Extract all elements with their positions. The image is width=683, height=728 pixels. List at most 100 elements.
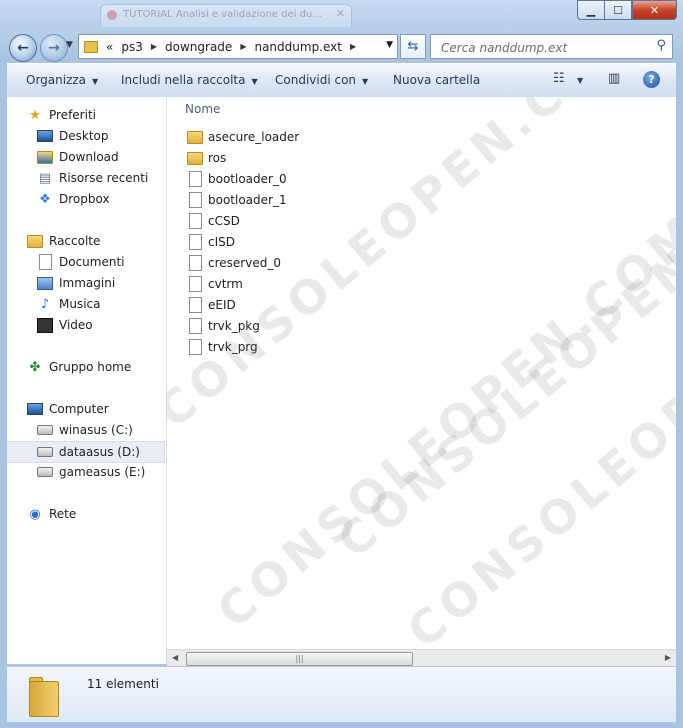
nav-libraries[interactable]: Raccolte — [27, 231, 185, 251]
breadcrumb-downgrade[interactable]: downgrade ▶ — [165, 40, 246, 54]
chevron-down-icon: ▼ — [362, 77, 369, 86]
folder-item[interactable]: asecure_loader — [187, 127, 299, 147]
chevron-right-icon[interactable]: ▶ — [350, 42, 356, 51]
item-name: trvk_pkg — [208, 319, 260, 333]
nav-drive-d[interactable]: dataasus (D:) — [7, 441, 165, 463]
item-name: ros — [208, 151, 227, 165]
homegroup-icon: ✤ — [29, 359, 41, 375]
item-name: bootloader_0 — [208, 172, 287, 186]
recent-pages-dropdown[interactable]: ▼ — [66, 40, 73, 50]
chevron-down-icon: ▼ — [92, 77, 99, 86]
file-list: Nome asecure_loaderros bootloader_0bootlo… — [167, 97, 676, 649]
nav-network[interactable]: ◉ Rete — [27, 504, 185, 524]
chevron-down-icon: ▼ — [251, 77, 258, 86]
nav-homegroup[interactable]: ✤ Gruppo home — [27, 357, 185, 377]
address-bar[interactable]: « ps3 ▶ downgrade ▶ nanddump.ext ▶ ▼ — [78, 34, 398, 59]
minimize-button[interactable]: ▁ — [577, 0, 604, 20]
drive-icon — [37, 464, 53, 480]
folder-item[interactable]: ros — [187, 148, 226, 168]
maximize-button[interactable]: ☐ — [604, 0, 632, 20]
folder-icon — [84, 40, 98, 53]
recent-places-icon: ▤ — [38, 170, 52, 186]
favicon-icon — [107, 10, 117, 20]
libraries-icon — [27, 233, 43, 249]
forward-button[interactable]: → — [40, 34, 68, 62]
folder-icon — [29, 677, 59, 717]
watermark: CONSOLEOPEN.COM — [327, 132, 676, 569]
item-name: cCSD — [208, 214, 240, 228]
file-icon — [187, 318, 203, 334]
help-icon[interactable]: ? — [643, 71, 660, 88]
tab-close-icon[interactable]: ✕ — [336, 7, 345, 20]
chevron-right-icon[interactable]: ▶ — [240, 42, 246, 51]
file-item[interactable]: cCSD — [187, 211, 240, 231]
scroll-right-icon[interactable]: ▶ — [665, 653, 671, 662]
file-item[interactable]: bootloader_1 — [187, 190, 287, 210]
item-name: creserved_0 — [208, 256, 281, 270]
breadcrumb-overflow[interactable]: « — [106, 40, 113, 54]
search-input[interactable] — [439, 37, 653, 58]
breadcrumb-ps3[interactable]: ps3 ▶ — [121, 40, 157, 54]
documents-icon — [37, 254, 53, 270]
pictures-icon — [37, 275, 53, 291]
address-dropdown-icon[interactable]: ▼ — [386, 40, 393, 50]
file-icon — [187, 213, 203, 229]
refresh-button[interactable]: ⇆ — [400, 34, 426, 59]
music-icon: ♪ — [40, 296, 50, 312]
search-box[interactable]: ⚲ — [430, 34, 673, 59]
file-item[interactable]: cISD — [187, 232, 235, 252]
back-button[interactable]: ← — [9, 34, 37, 62]
refresh-icon: ⇆ — [407, 39, 419, 54]
back-arrow-icon: ← — [17, 40, 29, 56]
file-item[interactable]: trvk_prg — [187, 337, 258, 357]
preview-pane-icon[interactable]: ▥ — [608, 71, 620, 86]
change-view-icon[interactable]: ☷ — [553, 71, 565, 86]
file-icon — [187, 192, 203, 208]
scroll-left-icon[interactable]: ◀ — [172, 653, 178, 662]
network-icon: ◉ — [29, 506, 41, 522]
file-icon — [187, 171, 203, 187]
item-count: 11 elementi — [87, 677, 159, 691]
file-item[interactable]: cvtrm — [187, 274, 243, 294]
navigation-pane: ★ Preferiti Desktop Download ▤ Risorse rec… — [7, 97, 167, 664]
breadcrumb-nanddump[interactable]: nanddump.ext ▶ — [254, 40, 356, 54]
details-pane: 11 elementi — [7, 666, 676, 722]
folder-icon — [187, 150, 203, 166]
file-icon — [187, 234, 203, 250]
horizontal-scrollbar[interactable]: ◀ ||| ▶ — [167, 649, 676, 667]
search-icon[interactable]: ⚲ — [656, 38, 666, 53]
explorer-window: TUTORIAL Analisi e validazione dei du...… — [0, 0, 683, 728]
background-tab-title: TUTORIAL Analisi e validazione dei du... — [123, 9, 322, 20]
item-name: trvk_prg — [208, 340, 258, 354]
share-with-button[interactable]: Condividi con ▼ — [275, 73, 368, 87]
file-item[interactable]: bootloader_0 — [187, 169, 287, 189]
include-in-library-button[interactable]: Includi nella raccolta ▼ — [121, 73, 258, 87]
nav-favorites[interactable]: ★ Preferiti — [27, 105, 185, 125]
desktop-icon — [37, 128, 53, 144]
nav-computer[interactable]: Computer — [27, 399, 185, 419]
chevron-right-icon[interactable]: ▶ — [151, 42, 157, 51]
file-icon — [187, 339, 203, 355]
file-item[interactable]: trvk_pkg — [187, 316, 260, 336]
item-name: cvtrm — [208, 277, 243, 291]
file-item[interactable]: creserved_0 — [187, 253, 281, 273]
system-drive-icon — [37, 422, 53, 438]
column-header-name[interactable]: Nome — [185, 102, 220, 116]
close-button[interactable]: ✕ — [632, 0, 677, 20]
organize-button[interactable]: Organizza ▼ — [26, 73, 98, 87]
scrollbar-thumb[interactable]: ||| — [186, 652, 413, 666]
computer-icon — [27, 401, 43, 417]
watermark: CONSOLEOPEN.COM — [397, 222, 676, 649]
file-icon — [187, 276, 203, 292]
folder-icon — [187, 129, 203, 145]
file-item[interactable]: eEID — [187, 295, 236, 315]
background-tab[interactable]: TUTORIAL Analisi e validazione dei du...… — [100, 4, 352, 27]
item-name: cISD — [208, 235, 235, 249]
view-options-dropdown[interactable]: ▼ — [577, 76, 583, 85]
star-icon: ★ — [29, 107, 41, 123]
new-folder-button[interactable]: Nuova cartella — [393, 73, 480, 87]
dropbox-icon: ❖ — [39, 191, 51, 207]
caption-buttons: ▁ ☐ ✕ — [577, 0, 677, 20]
file-icon — [187, 255, 203, 271]
item-name: asecure_loader — [208, 130, 300, 144]
